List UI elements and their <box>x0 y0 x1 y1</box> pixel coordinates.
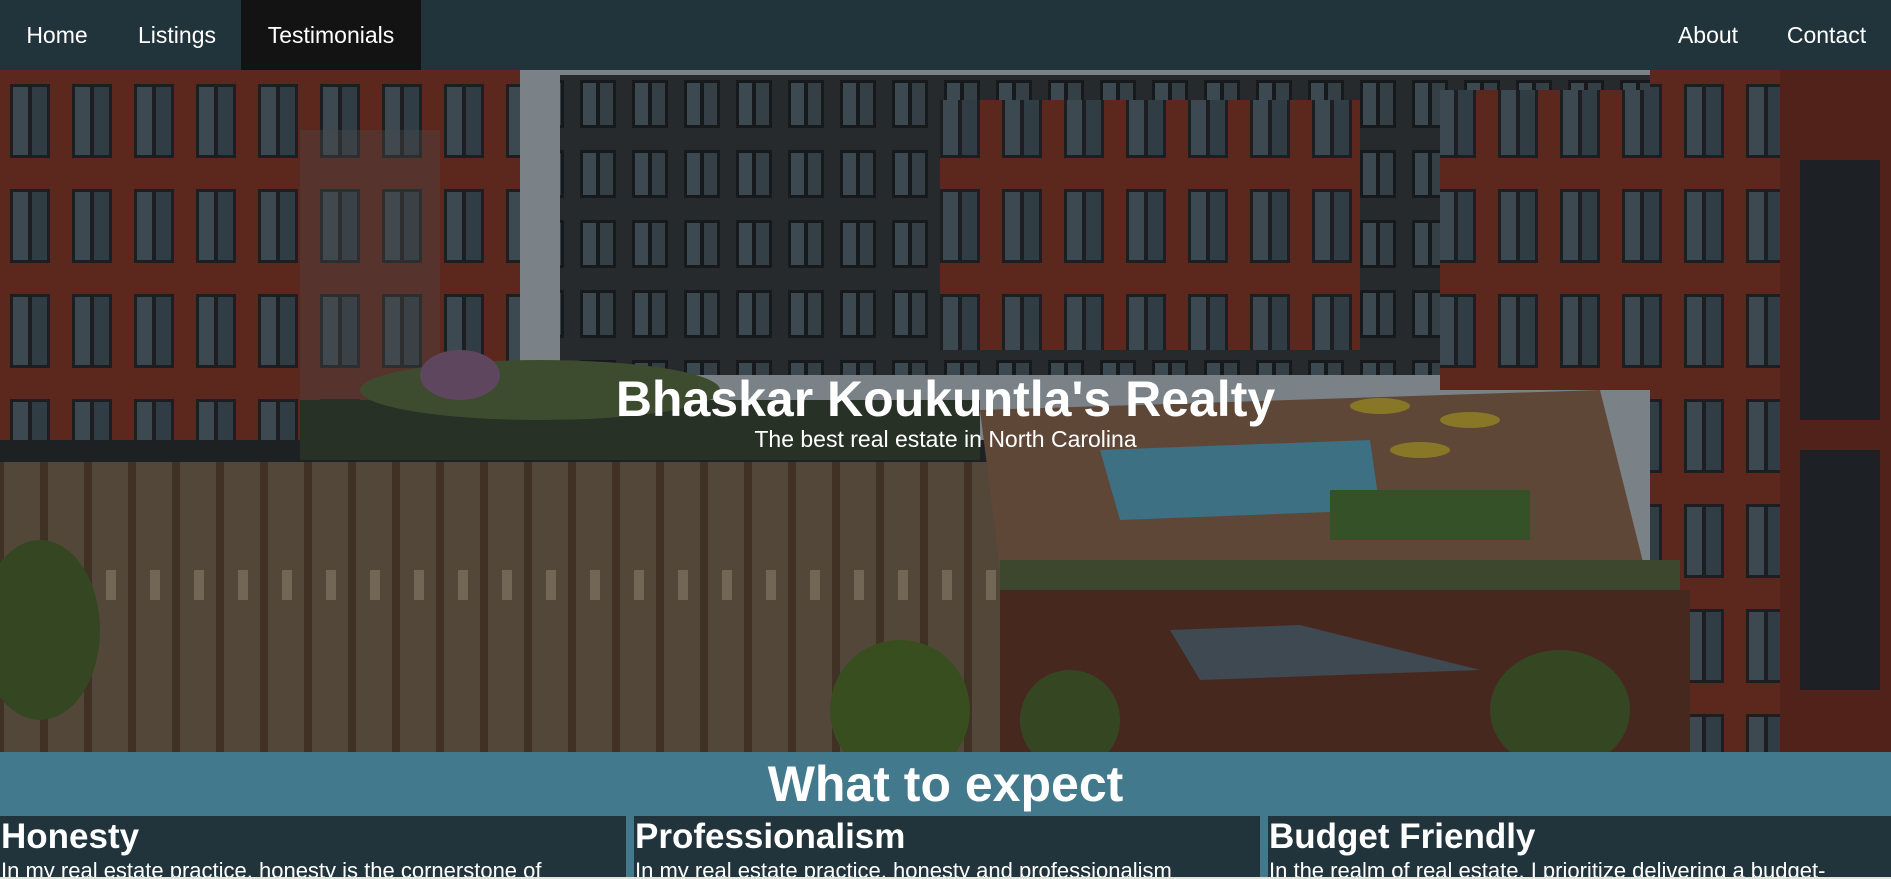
nav-home-link[interactable]: Home <box>0 0 114 70</box>
hero-banner: Bhaskar Koukuntla's Realty The best real… <box>0 70 1891 752</box>
card-text: In the realm of real estate, I prioritiz… <box>1269 858 1826 879</box>
card-text: In my real estate practice, honesty and … <box>635 858 1172 879</box>
card-honesty: Honesty In my real estate practice, hone… <box>0 816 626 879</box>
card-professionalism: Professionalism In my real estate practi… <box>634 816 1260 879</box>
hero-title: Bhaskar Koukuntla's Realty <box>615 371 1276 427</box>
expect-heading: What to expect <box>767 756 1124 812</box>
nav-about-link[interactable]: About <box>1654 0 1762 70</box>
hero-subtitle: The best real estate in North Carolina <box>754 426 1137 452</box>
card-budget-friendly: Budget Friendly In the realm of real est… <box>1268 816 1891 879</box>
card-title: Honesty <box>1 817 140 856</box>
card-title: Professionalism <box>635 817 906 856</box>
nav-listings-link[interactable]: Listings <box>114 0 240 70</box>
top-navbar: Home Listings Testimonials About Contact <box>0 0 1891 70</box>
nav-contact-link[interactable]: Contact <box>1762 0 1891 70</box>
expect-cards: Honesty In my real estate practice, hone… <box>0 816 1891 879</box>
expect-section-header: What to expect <box>0 752 1891 816</box>
card-title: Budget Friendly <box>1269 817 1536 856</box>
nav-testimonials-link[interactable]: Testimonials <box>241 0 421 70</box>
card-text: In my real estate practice, honesty is t… <box>1 858 542 879</box>
